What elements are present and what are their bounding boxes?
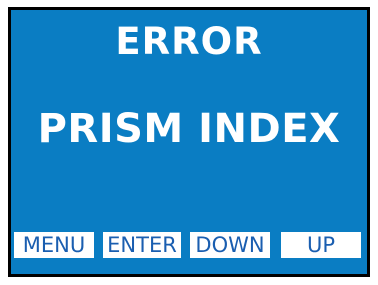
enter-softkey[interactable]: ENTER [103, 232, 181, 258]
menu-softkey[interactable]: MENU [14, 232, 94, 258]
error-message: PRISM INDEX [37, 106, 341, 152]
down-softkey[interactable]: DOWN [190, 232, 270, 258]
up-softkey[interactable]: UP [281, 232, 361, 258]
error-title: ERROR [115, 20, 263, 63]
